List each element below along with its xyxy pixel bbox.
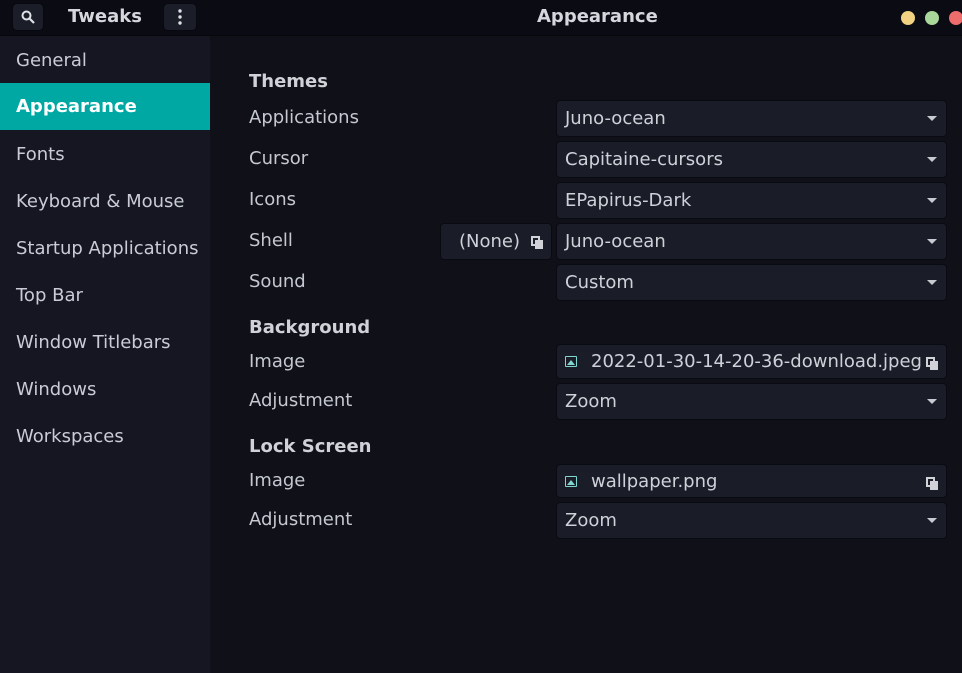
background-adjustment-dropdown[interactable]: Zoom xyxy=(556,383,947,420)
document-icon xyxy=(926,477,938,490)
sidebar-item-top-bar[interactable]: Top Bar xyxy=(0,272,210,319)
shell-file-chooser-button[interactable]: (None) xyxy=(440,223,552,260)
sound-theme-dropdown[interactable]: Custom xyxy=(556,264,947,301)
sidebar-item-window-titlebars[interactable]: Window Titlebars xyxy=(0,319,210,366)
search-button[interactable] xyxy=(12,3,44,31)
minimize-button[interactable] xyxy=(901,11,915,25)
vertical-dots-icon xyxy=(178,9,182,25)
shell-theme-value: Juno-ocean xyxy=(565,231,666,252)
applications-theme-dropdown[interactable]: Juno-ocean xyxy=(556,100,947,137)
dropdown-arrow-icon xyxy=(927,239,937,244)
appearance-panel: Themes Applications Juno-ocean Cursor Ca… xyxy=(210,36,962,673)
dropdown-arrow-icon xyxy=(927,280,937,285)
sound-label: Sound xyxy=(249,271,306,292)
sidebar-item-startup-applications[interactable]: Startup Applications xyxy=(0,225,210,272)
lock-screen-section-title: Lock Screen xyxy=(249,436,372,457)
sidebar-item-general[interactable]: General xyxy=(0,37,210,84)
lock-screen-adjustment-dropdown[interactable]: Zoom xyxy=(556,502,947,539)
lock-screen-image-chooser[interactable]: wallpaper.png xyxy=(556,464,947,498)
dropdown-arrow-icon xyxy=(927,518,937,523)
lock-screen-image-label: Image xyxy=(249,470,306,491)
page-title: Appearance xyxy=(537,6,658,27)
image-file-icon xyxy=(565,356,577,367)
background-image-value: 2022-01-30-14-20-36-download.jpeg xyxy=(591,351,922,372)
icons-theme-dropdown[interactable]: EPapirus-Dark xyxy=(556,182,947,219)
app-title: Tweaks xyxy=(68,6,142,27)
image-file-icon xyxy=(565,475,577,487)
applications-label: Applications xyxy=(249,107,359,128)
background-image-label: Image xyxy=(249,351,306,372)
dropdown-arrow-icon xyxy=(927,198,937,203)
document-icon xyxy=(926,357,938,370)
background-adjustment-label: Adjustment xyxy=(249,390,353,411)
menu-button[interactable] xyxy=(163,3,197,31)
background-section-title: Background xyxy=(249,317,371,338)
dropdown-arrow-icon xyxy=(927,157,937,162)
background-image-chooser[interactable]: 2022-01-30-14-20-36-download.jpeg xyxy=(556,344,947,379)
lock-screen-adjustment-label: Adjustment xyxy=(249,509,353,530)
cursor-label: Cursor xyxy=(249,148,309,169)
cursor-theme-dropdown[interactable]: Capitaine-cursors xyxy=(556,141,947,178)
lock-screen-adjustment-value: Zoom xyxy=(565,510,617,531)
cursor-theme-value: Capitaine-cursors xyxy=(565,149,723,170)
shell-file-value: (None) xyxy=(459,231,521,252)
shell-theme-dropdown[interactable]: Juno-ocean xyxy=(556,223,947,260)
icons-label: Icons xyxy=(249,189,297,210)
applications-theme-value: Juno-ocean xyxy=(565,108,666,129)
dropdown-arrow-icon xyxy=(927,399,937,404)
sidebar-item-windows[interactable]: Windows xyxy=(0,366,210,413)
search-icon xyxy=(21,10,35,24)
maximize-button[interactable] xyxy=(925,11,939,25)
close-button[interactable] xyxy=(949,11,962,25)
dropdown-arrow-icon xyxy=(927,116,937,121)
sidebar-item-workspaces[interactable]: Workspaces xyxy=(0,413,210,460)
sidebar-item-fonts[interactable]: Fonts xyxy=(0,131,210,178)
icons-theme-value: EPapirus-Dark xyxy=(565,190,692,211)
shell-label: Shell xyxy=(249,230,293,251)
lock-screen-image-value: wallpaper.png xyxy=(591,470,718,492)
sound-theme-value: Custom xyxy=(565,272,634,293)
header-bar: Tweaks Appearance xyxy=(0,0,962,36)
sidebar-item-appearance[interactable]: Appearance xyxy=(0,83,210,130)
sidebar: General Appearance Fonts Keyboard & Mous… xyxy=(0,36,210,673)
background-adjustment-value: Zoom xyxy=(565,391,617,412)
themes-section-title: Themes xyxy=(249,71,328,92)
sidebar-item-keyboard-mouse[interactable]: Keyboard & Mouse xyxy=(0,178,210,225)
document-icon xyxy=(531,236,543,249)
